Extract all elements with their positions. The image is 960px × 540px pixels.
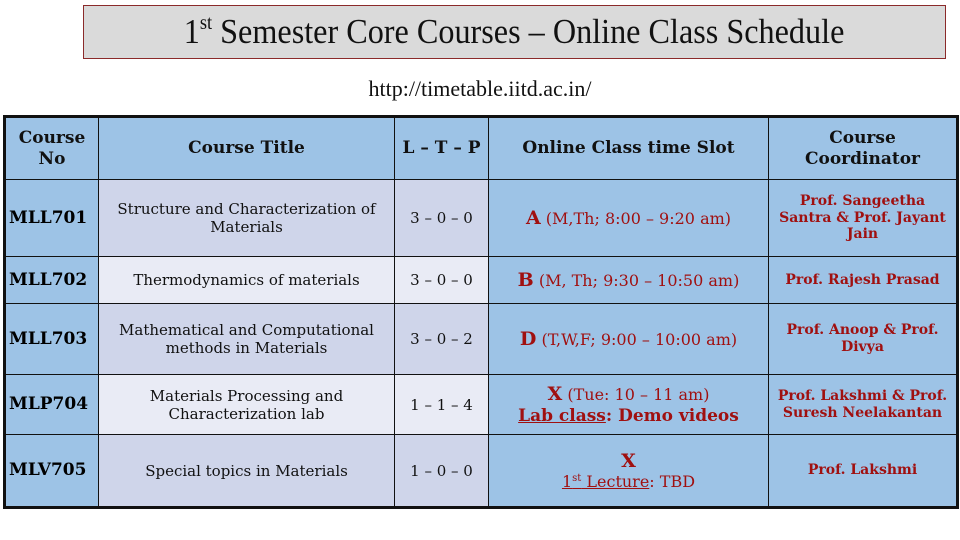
course-coordinator: Prof. Sangeetha Santra & Prof. Jayant Ja… bbox=[768, 179, 958, 257]
course-title: Materials Processing and Characterizatio… bbox=[98, 374, 395, 435]
header-time-slot: Online Class time Slot bbox=[488, 116, 769, 180]
slot-detail: (Tue: 10 – 11 am) bbox=[562, 384, 710, 404]
slot-note: 1st Lecture: TBD bbox=[492, 472, 765, 491]
title-main: Semester Core Courses – Online Class Sch… bbox=[212, 12, 845, 51]
course-coordinator: Prof. Lakshmi & Prof. Suresh Neelakantan bbox=[768, 374, 958, 435]
course-no: MLP704 bbox=[4, 374, 99, 435]
course-ltp: 3 – 0 – 0 bbox=[394, 256, 489, 304]
slot-letter: A bbox=[525, 206, 541, 229]
course-slot: X 1st Lecture: TBD bbox=[488, 434, 769, 508]
slot-letter: X bbox=[547, 382, 563, 405]
course-title: Structure and Characterization of Materi… bbox=[98, 179, 395, 257]
slot-note-label: Lab class bbox=[518, 405, 606, 426]
header-course-no: Course No bbox=[4, 116, 99, 180]
course-slot: D (T,W,F; 9:00 – 10:00 am) bbox=[488, 303, 769, 375]
table-row: MLP704 Materials Processing and Characte… bbox=[4, 374, 958, 435]
course-no: MLL702 bbox=[4, 256, 99, 304]
slot-line: X (Tue: 10 – 11 am) bbox=[492, 383, 765, 406]
slot-detail: (M,Th; 8:00 – 9:20 am) bbox=[540, 208, 732, 228]
table-row: MLL703 Mathematical and Computational me… bbox=[4, 303, 958, 375]
slot-note-label-wrap: 1st Lecture bbox=[562, 472, 649, 491]
slot-letter: X bbox=[621, 449, 636, 472]
course-slot: B (M, Th; 9:30 – 10:50 am) bbox=[488, 256, 769, 304]
title-banner: 1st Semester Core Courses – Online Class… bbox=[83, 5, 946, 59]
course-coordinator: Prof. Anoop & Prof. Divya bbox=[768, 303, 958, 375]
slot-note-num: 1 bbox=[561, 472, 573, 492]
slot-note-label: Lecture bbox=[581, 472, 650, 492]
course-slot: X (Tue: 10 – 11 am) Lab class: Demo vide… bbox=[488, 374, 769, 435]
slot-note-value: TBD bbox=[659, 472, 696, 492]
slot-letter: D bbox=[519, 327, 537, 350]
header-course-title: Course Title bbox=[98, 116, 395, 180]
course-title: Thermodynamics of materials bbox=[98, 256, 395, 304]
course-ltp: 3 – 0 – 0 bbox=[394, 179, 489, 257]
title-prefix: 1 bbox=[184, 12, 201, 51]
course-no: MLL703 bbox=[4, 303, 99, 375]
slot-letter: B bbox=[517, 268, 534, 291]
course-coordinator: Prof. Rajesh Prasad bbox=[768, 256, 958, 304]
course-coordinator: Prof. Lakshmi bbox=[768, 434, 958, 508]
slot-detail: (M, Th; 9:30 – 10:50 am) bbox=[533, 270, 740, 290]
course-no: MLL701 bbox=[4, 179, 99, 257]
slot-note: Lab class: Demo videos bbox=[492, 406, 765, 426]
timetable-url[interactable]: http://timetable.iitd.ac.in/ bbox=[0, 76, 960, 102]
slot-note-sep: : bbox=[605, 405, 619, 426]
header-coordinator: Course Coordinator bbox=[768, 116, 958, 180]
table-row: MLV705 Special topics in Materials 1 – 0… bbox=[4, 434, 958, 508]
slot-detail: (T,W,F; 9:00 – 10:00 am) bbox=[536, 329, 738, 349]
table-header-row: Course No Course Title L – T – P Online … bbox=[4, 116, 958, 180]
course-ltp: 3 – 0 – 2 bbox=[394, 303, 489, 375]
page-title: 1st Semester Core Courses – Online Class… bbox=[184, 12, 845, 52]
course-title: Mathematical and Computational methods i… bbox=[98, 303, 395, 375]
title-superscript: st bbox=[200, 12, 213, 34]
course-title: Special topics in Materials bbox=[98, 434, 395, 508]
table-row: MLL701 Structure and Characterization of… bbox=[4, 179, 958, 257]
slot-note-sep: : bbox=[649, 472, 660, 492]
course-no: MLV705 bbox=[4, 434, 99, 508]
course-slot: A (M,Th; 8:00 – 9:20 am) bbox=[488, 179, 769, 257]
course-ltp: 1 – 1 – 4 bbox=[394, 374, 489, 435]
schedule-table: Course No Course Title L – T – P Online … bbox=[3, 115, 959, 509]
course-ltp: 1 – 0 – 0 bbox=[394, 434, 489, 508]
slot-note-sup: st bbox=[572, 473, 582, 485]
table-row: MLL702 Thermodynamics of materials 3 – 0… bbox=[4, 256, 958, 304]
header-ltp: L – T – P bbox=[394, 116, 489, 180]
slot-note-value: Demo videos bbox=[618, 405, 739, 426]
